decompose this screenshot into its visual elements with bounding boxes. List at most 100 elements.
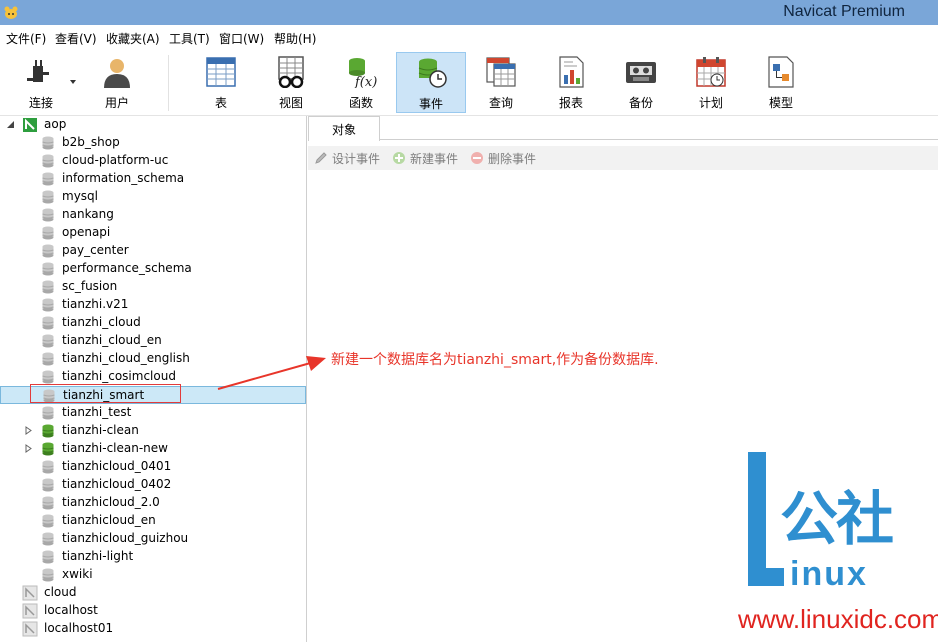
event-icon [418,58,447,88]
expand-arrow-icon[interactable] [24,426,33,435]
database-icon [42,154,54,168]
schedule-button[interactable]: 计划 [676,52,746,113]
dropdown-arrow-icon[interactable] [70,80,76,84]
tree-database-item[interactable]: tianzhicloud_guizhou [0,530,306,548]
report-icon [559,56,584,88]
tree-database-item[interactable]: b2b_shop [0,134,306,152]
menu-favorites[interactable]: 收藏夹(A) [106,30,160,47]
function-button[interactable]: f(x) 函数 [326,52,396,113]
tree-connection-item[interactable]: localhost01 [0,620,306,638]
tree-connection-aop[interactable]: aop [0,116,306,134]
tree-database-item[interactable]: nankang [0,206,306,224]
database-icon [42,334,54,348]
tree-connection-label: localhost [44,603,98,617]
tree-database-item[interactable]: tianzhi_cloud [0,314,306,332]
tree-database-item[interactable]: pay_center [0,242,306,260]
highlight-box [30,384,181,403]
database-icon [42,352,54,366]
title-bar: Navicat Premium [0,0,938,25]
tree-database-label: tianzhicloud_guizhou [62,531,189,545]
watermark-linux: inux [790,555,868,593]
database-icon [42,442,54,456]
event-label: 事件 [418,97,443,111]
tree-database-item[interactable]: cloud-platform-uc [0,152,306,170]
model-label: 模型 [768,96,793,110]
tree-connection-item[interactable]: localhost [0,602,306,620]
pencil-icon [315,152,327,164]
query-label: 查询 [488,96,513,110]
tree-database-item[interactable]: tianzhicloud_en [0,512,306,530]
menu-file[interactable]: 文件(F) [6,30,46,47]
report-button[interactable]: 报表 [536,52,606,113]
database-icon [42,550,54,564]
tree-database-item[interactable]: tianzhi_cloud_en [0,332,306,350]
delete-event-label: 删除事件 [488,152,537,166]
calendar-icon [696,57,726,87]
menu-view[interactable]: 查看(V) [55,30,97,47]
tree-connection-item[interactable]: cloud [0,584,306,602]
tree-database-label: tianzhi.v21 [62,297,129,311]
tree-database-item[interactable]: tianzhi.v21 [0,296,306,314]
tree-database-item[interactable]: tianzhicloud_2.0 [0,494,306,512]
tree-database-item[interactable]: performance_schema [0,260,306,278]
tree-database-item[interactable]: tianzhi_test [0,404,306,422]
tree-database-label: xwiki [62,567,93,581]
connection-tree: aop b2b_shop cloud-platform-uc information_… [0,116,307,642]
tree-database-item[interactable]: mysql [0,188,306,206]
tree-database-item[interactable]: sc_fusion [0,278,306,296]
query-button[interactable]: 查询 [466,52,536,113]
collapse-arrow-icon[interactable] [6,120,15,129]
database-icon [42,460,54,474]
tree-database-item[interactable]: openapi [0,224,306,242]
menu-help[interactable]: 帮助(H) [274,30,316,47]
tree-database-item[interactable]: tianzhicloud_0401 [0,458,306,476]
tree-database-item[interactable]: tianzhi-clean [0,422,306,440]
object-toolbar: 设计事件 新建事件 删除事件 [308,146,938,170]
tree-database-label: tianzhi-clean [62,423,139,437]
connection-icon [22,585,38,601]
tree-database-item[interactable]: tianzhicloud_0402 [0,476,306,494]
tree-database-item[interactable]: tianzhi_cloud_english [0,350,306,368]
view-icon [278,56,304,88]
menu-bar: 文件(F) 查看(V) 收藏夹(A) 工具(T) 窗口(W) 帮助(H) [0,25,938,49]
database-icon [42,568,54,582]
navicat-logo-icon [4,6,18,19]
model-button[interactable]: 模型 [746,52,816,113]
menu-tools[interactable]: 工具(T) [169,30,210,47]
database-icon [42,226,54,240]
tree-database-label: tianzhicloud_en [62,513,156,527]
table-button[interactable]: 表 [186,52,256,113]
database-icon [42,532,54,546]
object-tab-bar: 对象 [308,116,938,141]
database-icon [42,172,54,186]
view-button[interactable]: 视图 [256,52,326,113]
menu-window[interactable]: 窗口(W) [219,30,264,47]
tree-database-item[interactable]: xwiki [0,566,306,584]
event-button[interactable]: 事件 [396,52,466,113]
tree-database-label: performance_schema [62,261,192,275]
database-icon [42,424,54,438]
tree-database-item[interactable]: tianzhi-clean-new [0,440,306,458]
svg-text:f(x): f(x) [354,75,377,88]
tree-connection-label: cloud [44,585,77,599]
database-icon [42,478,54,492]
window-title: Navicat Premium [783,3,905,20]
function-icon: f(x) [349,58,377,88]
model-icon [768,56,794,88]
tree-connection-label: localhost01 [44,621,114,635]
tree-database-label: tianzhi_cloud_english [62,351,190,365]
backup-label: 备份 [628,96,653,110]
user-button[interactable]: 用户 [82,52,152,113]
tree-connection-label: aop [44,117,67,131]
connect-button[interactable]: 连接 [6,52,76,113]
function-label: 函数 [348,96,373,110]
tree-database-item[interactable]: tianzhi-light [0,548,306,566]
tree-database-label: tianzhi-clean-new [62,441,168,455]
tab-objects[interactable]: 对象 [308,116,380,141]
connection-icon [22,621,38,637]
tree-database-item[interactable]: information_schema [0,170,306,188]
add-icon [393,152,405,164]
backup-button[interactable]: 备份 [606,52,676,113]
database-icon [42,136,54,150]
expand-arrow-icon[interactable] [24,444,33,453]
